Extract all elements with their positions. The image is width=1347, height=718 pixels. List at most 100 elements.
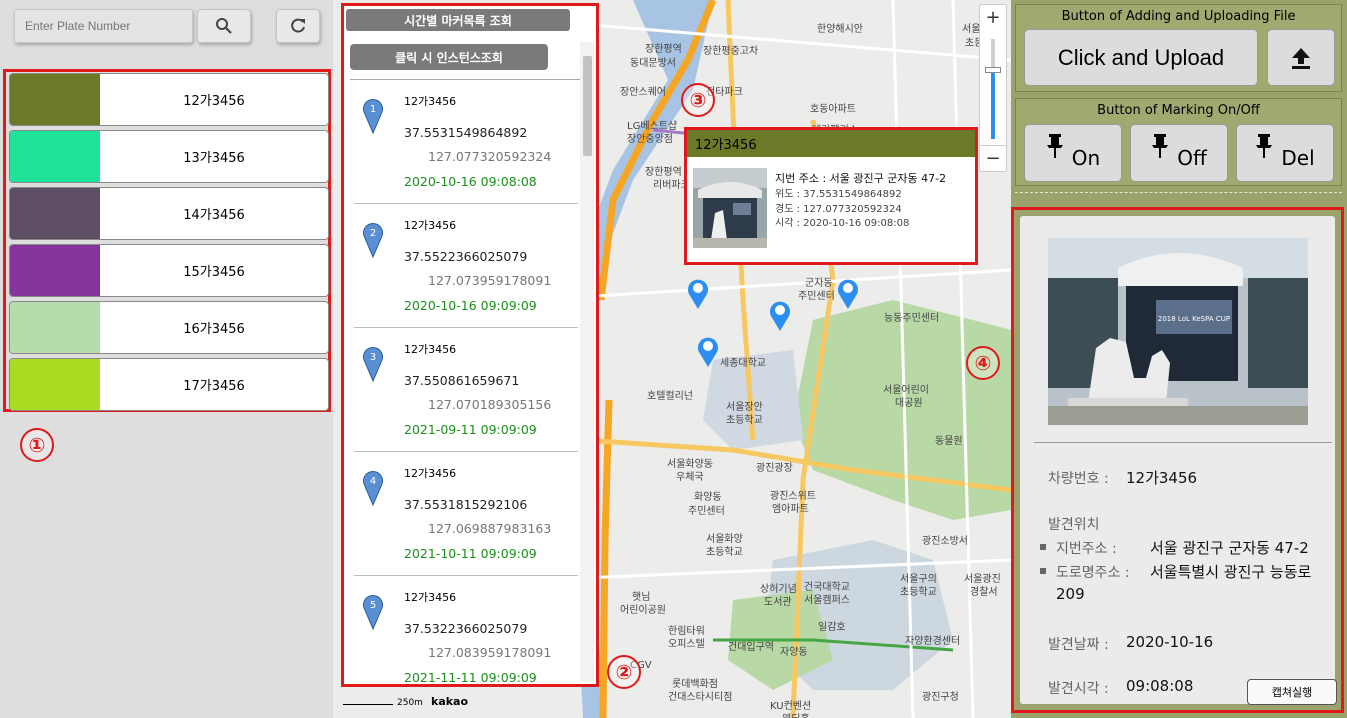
date-value: 2020-10-16: [1126, 633, 1214, 651]
timeline-lat: 37.5322366025079: [404, 621, 528, 636]
zoom-control: + −: [979, 4, 1007, 172]
map-place-label: 장한평역: [645, 44, 682, 55]
timeline-panel: 시간별 마커목록 조회 클릭 시 인스턴스조회 1 12가3456 37.553…: [341, 3, 599, 687]
map-place-label: 광진광장: [756, 463, 793, 474]
map-marker-pin[interactable]: [768, 298, 792, 332]
timeline-datetime: 2021-09-11 09:09:09: [404, 422, 537, 437]
location-label: 발견위치: [1048, 517, 1100, 533]
timeline-item[interactable]: 4 12가3456 37.5531815292106 127.069887983…: [354, 452, 578, 576]
numbered-pin-icon: 5: [363, 595, 383, 630]
timeline-plate: 12가3456: [404, 467, 457, 480]
capture-button[interactable]: 캡쳐실행: [1247, 679, 1337, 705]
map-place-label: 호동아파트: [810, 104, 856, 115]
map-place-label: 장한평중고차: [703, 46, 759, 57]
annotation-marker-1: ①: [20, 428, 54, 462]
svg-text:3: 3: [370, 352, 376, 363]
zoom-slider-handle[interactable]: [985, 67, 1001, 73]
upload-box: Button of Adding and Uploading File Clic…: [1015, 4, 1342, 92]
plate-search-input[interactable]: [14, 9, 193, 43]
timeline-lon: 127.073959178091: [428, 273, 552, 288]
zoom-in-button[interactable]: +: [980, 5, 1006, 31]
map-place-label: 초등학교: [726, 415, 763, 426]
upload-button[interactable]: [1267, 29, 1335, 86]
annotation-marker-3: ③: [681, 83, 715, 117]
bullet-icon: [1040, 544, 1046, 550]
timeline-item[interactable]: 1 12가3456 37.5531549864892 127.077320592…: [354, 80, 578, 204]
vehicle-panel: 12가3456 13가3456 14가3456 15가3456 16가3456 …: [0, 0, 333, 718]
timeline-plate: 12가3456: [404, 343, 457, 356]
timeline-item[interactable]: 5 12가3456 37.5322366025079 127.083959178…: [354, 576, 578, 684]
map-place-label: 주민센터: [798, 291, 835, 302]
map-place-label: 주민센터: [688, 506, 725, 517]
timeline-datetime: 2021-11-11 09:09:09: [404, 670, 537, 684]
vehicle-row[interactable]: 17가3456: [9, 358, 329, 411]
click-and-upload-button[interactable]: Click and Upload: [1024, 29, 1258, 86]
popup-lat: 위도 : 37.5531549864892: [775, 189, 902, 200]
marking-off-label: Off: [1177, 146, 1207, 170]
building-photo: 2018 LoL KeSPA CUP: [1048, 238, 1308, 425]
annotation-marker-4: ④: [966, 346, 1000, 380]
map-place-label: 오피스텔: [668, 639, 705, 650]
timeline-lon: 127.077320592324: [428, 149, 552, 164]
vehicle-row[interactable]: 13가3456: [9, 130, 329, 183]
timeline-scroll-thumb[interactable]: [583, 56, 592, 156]
map-place-label: 한양해시안: [817, 24, 863, 35]
instance-query-button[interactable]: 클릭 시 인스턴스조회: [350, 44, 548, 70]
vehicle-plate: 15가3456: [183, 265, 245, 280]
map-place-label: 호텔컬리넌: [647, 391, 693, 402]
map-place-label: 초등학교: [706, 547, 743, 558]
plate-value: 12가3456: [1126, 469, 1198, 487]
divider: [1015, 192, 1342, 193]
vehicle-row[interactable]: 15가3456: [9, 244, 329, 297]
svg-text:2018 LoL KeSPA CUP: 2018 LoL KeSPA CUP: [1158, 315, 1230, 323]
timeline-item[interactable]: 2 12가3456 37.5522366025079 127.073959178…: [354, 204, 578, 328]
map-place-label: 장안중앙점: [627, 134, 673, 145]
bullet-icon: [1040, 568, 1046, 574]
timeline-datetime: 2020-10-16 09:08:08: [404, 174, 537, 189]
timeline-title: 시간별 마커목록 조회: [346, 9, 570, 31]
map-place-label: 자양환경센터: [905, 636, 961, 647]
timeline-lat: 37.5531549864892: [404, 125, 528, 140]
timeline-lat: 37.5522366025079: [404, 249, 528, 264]
map-place-label: 능동주민센터: [884, 313, 940, 324]
refresh-icon: [291, 18, 305, 33]
pin-icon: [1256, 134, 1273, 158]
upload-icon: [1292, 47, 1310, 69]
pin-icon: [1046, 134, 1063, 158]
map-provider-logo: kakao: [431, 695, 469, 708]
timeline-item[interactable]: 3 12가3456 37.550861659671 127.0701893051…: [354, 328, 578, 452]
map-place-label: 초등학교: [900, 587, 937, 598]
upload-box-caption: Button of Adding and Uploading File: [1061, 9, 1296, 24]
marking-on-label: On: [1071, 146, 1101, 170]
marking-del-button[interactable]: Del: [1236, 124, 1334, 182]
map-place-label: 어린이공원: [620, 605, 666, 616]
map-marker-pin[interactable]: [836, 276, 860, 310]
popup-plate: 12가3456: [687, 130, 975, 157]
marking-off-button[interactable]: Off: [1130, 124, 1228, 182]
road-label: 도로명주소 :: [1056, 565, 1130, 581]
search-button[interactable]: [197, 9, 251, 43]
pin-icon: [1152, 134, 1169, 158]
vehicle-plate: 13가3456: [183, 151, 245, 166]
building-photo-thumb: [693, 168, 767, 248]
svg-text:5: 5: [370, 600, 376, 611]
timeline-plate: 12가3456: [404, 591, 457, 604]
refresh-button[interactable]: [276, 9, 320, 43]
marking-on-button[interactable]: On: [1024, 124, 1122, 182]
map-marker-pin[interactable]: [696, 334, 720, 368]
vehicle-row[interactable]: 12가3456: [9, 73, 329, 126]
vehicle-row[interactable]: 16가3456: [9, 301, 329, 354]
numbered-pin-icon: 1: [363, 99, 383, 134]
vehicle-plate: 16가3456: [183, 322, 245, 337]
vehicle-plate: 17가3456: [183, 379, 245, 394]
vehicle-row[interactable]: 14가3456: [9, 187, 329, 240]
map-place-label: 광진소방서: [922, 536, 968, 547]
marking-del-label: Del: [1281, 146, 1315, 170]
map-place-label: 건대스타시티점: [668, 692, 733, 703]
zoom-out-button[interactable]: −: [980, 145, 1006, 171]
popup-lon: 경도 : 127.077320592324: [775, 204, 902, 215]
plate-label: 차량번호 :: [1048, 471, 1109, 487]
map-place-label: 대공원: [895, 398, 923, 409]
popup-photo: [693, 168, 767, 248]
map-marker-pin[interactable]: [686, 276, 710, 310]
